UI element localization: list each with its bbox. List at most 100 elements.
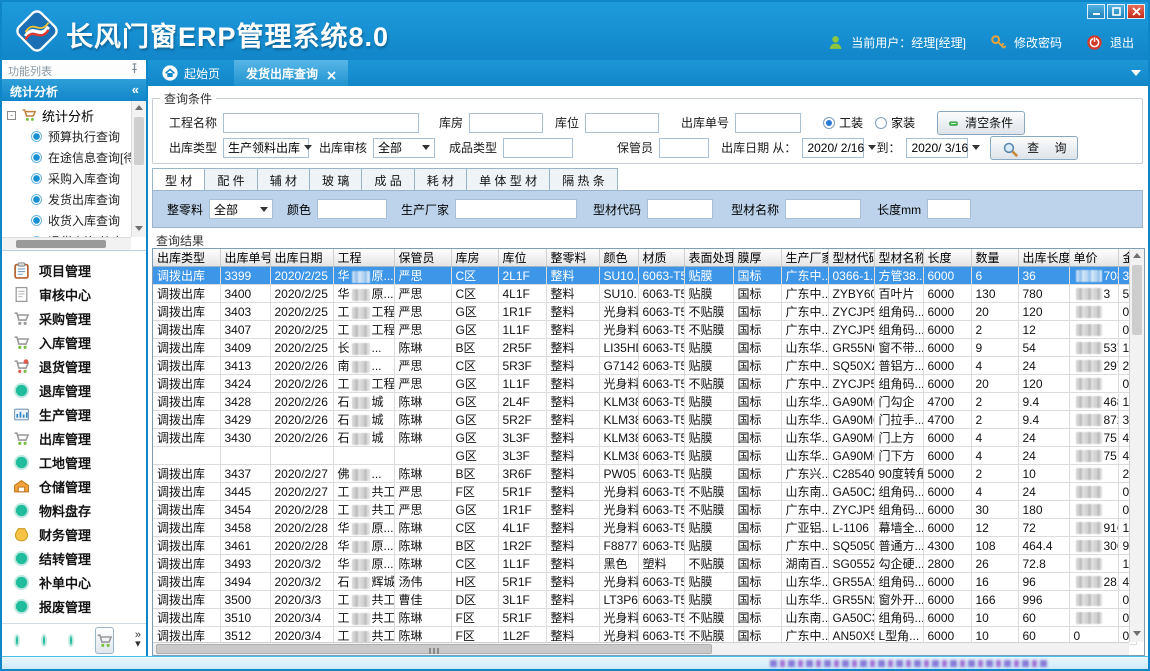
table-row[interactable]: 调拨出库34132020/2/26南...严思C区5R3F整料G71422606…: [153, 357, 1136, 375]
maker-input[interactable]: [455, 199, 577, 219]
table-row[interactable]: 调拨出库34542020/2/28工共工程严思G区1R1F整料光身料6063-T…: [153, 501, 1136, 519]
table-row[interactable]: 调拨出库34292020/2/26石城陈琳G区5R2F整料KLM38176063…: [153, 411, 1136, 429]
column-header[interactable]: 表面处理: [684, 249, 733, 267]
tree-vertical-scrollbar[interactable]: [131, 101, 146, 237]
tree-item[interactable]: 预算执行查询: [7, 126, 131, 147]
column-header[interactable]: 整零料: [546, 249, 599, 267]
tab-list-dropdown-icon[interactable]: [1131, 70, 1141, 76]
sidebar-menu-item[interactable]: 项目管理: [13, 258, 146, 282]
collapse-icon[interactable]: «: [132, 82, 139, 97]
column-header[interactable]: 保管员: [394, 249, 451, 267]
column-header[interactable]: 出库类型: [153, 249, 220, 267]
table-row[interactable]: 调拨出库34032020/2/25工工程严思G区1R1F整料光身料6063-T5…: [153, 303, 1136, 321]
table-row[interactable]: 调拨出库34942020/3/2石辉城汤伟H区5R1F整料光身料6063-T5贴…: [153, 573, 1136, 591]
tab-close-icon[interactable]: [327, 69, 336, 78]
sidebar-menu-item[interactable]: 退货管理: [13, 354, 146, 378]
sidebar-menu-item[interactable]: 采购管理: [13, 306, 146, 330]
scroll-down-icon[interactable]: [135, 226, 143, 231]
sidebar-menu-item[interactable]: 审核中心: [13, 282, 146, 306]
table-horizontal-scrollbar[interactable]: [153, 642, 1129, 655]
table-row[interactable]: 调拨出库34372020/2/27佛...陈琳B区3R6F整料PW056063-…: [153, 465, 1136, 483]
material-tab[interactable]: 成 品: [362, 168, 414, 190]
column-header[interactable]: 膜厚: [733, 249, 781, 267]
table-row[interactable]: 调拨出库34302020/2/26石城陈琳G区3L3F整料KLM38176063…: [153, 429, 1136, 447]
audit-select[interactable]: 全部: [373, 138, 435, 158]
date-to-select[interactable]: 2020/ 3/16: [906, 138, 968, 158]
table-row[interactable]: 调拨出库34612020/2/28华原...陈琳B区1R2F整料F8877FT6…: [153, 537, 1136, 555]
profile-name-input[interactable]: [785, 199, 861, 219]
sidebar-menu-item[interactable]: 结转管理: [13, 546, 146, 570]
radio-selected-icon[interactable]: [823, 117, 835, 129]
change-password-link[interactable]: 修改密码: [1014, 34, 1062, 51]
close-button[interactable]: [1127, 4, 1145, 19]
column-header[interactable]: 出库单号: [220, 249, 270, 267]
column-header[interactable]: 颜色: [599, 249, 638, 267]
sidebar-menu-item[interactable]: 入库管理: [13, 330, 146, 354]
tab-shipping-query[interactable]: 发货出库查询: [234, 60, 348, 86]
product-type-input[interactable]: [503, 138, 573, 158]
column-header[interactable]: 单价: [1069, 249, 1118, 267]
table-row[interactable]: 调拨出库35002020/3/3工共工程曹佳D区3L1F整料LT3P606063…: [153, 591, 1136, 609]
logout-link[interactable]: 退出: [1110, 34, 1134, 51]
material-tab[interactable]: 型 材: [152, 168, 205, 190]
scroll-up-icon[interactable]: [135, 105, 143, 110]
tree-root[interactable]: - 统计分析: [7, 104, 131, 126]
column-header[interactable]: 数量: [971, 249, 1018, 267]
table-row[interactable]: 调拨出库34242020/2/26工工程严思G区1L1F整料光身料6063-T5…: [153, 375, 1136, 393]
pin-icon[interactable]: [129, 63, 140, 75]
length-input[interactable]: [927, 199, 971, 219]
tree-item[interactable]: 在途信息查询[待: [7, 147, 131, 168]
table-row[interactable]: 调拨出库33992020/2/25华原...严思C区2L1F整料SU10...6…: [153, 267, 1136, 285]
project-name-input[interactable]: [223, 113, 419, 133]
sidebar-menu-item[interactable]: 出库管理: [13, 426, 146, 450]
material-tab[interactable]: 配 件: [205, 168, 257, 190]
tree-horizontal-scrollbar[interactable]: [2, 237, 131, 250]
sidebar-menu-item[interactable]: 仓储管理: [13, 474, 146, 498]
profile-code-input[interactable]: [647, 199, 713, 219]
table-row[interactable]: 调拨出库34092020/2/25长...陈琳B区2R5F整料LI35HD606…: [153, 339, 1136, 357]
column-header[interactable]: 库房: [451, 249, 498, 267]
table-row[interactable]: 调拨出库34932020/3/2华原...陈琳C区1L1F整料黑色塑料不贴膜国标…: [153, 555, 1136, 573]
column-header[interactable]: 材质: [638, 249, 684, 267]
chevron-more-icon[interactable]: »▾: [135, 631, 141, 649]
maximize-button[interactable]: [1107, 4, 1125, 19]
sidebar-menu-item[interactable]: 退库管理: [13, 378, 146, 402]
material-tab[interactable]: 隔 热 条: [550, 168, 618, 190]
radio-gongzhuang-option[interactable]: 工装: [823, 114, 863, 131]
date-from-select[interactable]: 2020/ 2/16: [802, 138, 864, 158]
table-row[interactable]: G区3L3F整料KLM38176063-T5贴膜国标山东华...GA90M09.…: [153, 447, 1136, 465]
sidebar-menu-item[interactable]: 生产管理: [13, 402, 146, 426]
column-header[interactable]: 出库长度: [1018, 249, 1069, 267]
sidebar-menu-item[interactable]: 补单中心: [13, 570, 146, 594]
minimize-button[interactable]: [1087, 4, 1105, 19]
column-header[interactable]: 出库日期: [270, 249, 333, 267]
tree-item[interactable]: 发货出库查询: [7, 189, 131, 210]
material-tab[interactable]: 单 体 型 材: [467, 168, 550, 190]
clear-conditions-button[interactable]: 清空条件: [937, 111, 1025, 135]
out-type-select[interactable]: 生产领料出库: [223, 138, 309, 158]
search-button[interactable]: 查 询: [990, 136, 1078, 160]
material-tab[interactable]: 辅 材: [258, 168, 310, 190]
column-header[interactable]: 生产厂家: [781, 249, 828, 267]
radio-jiazhuang-option[interactable]: 家装: [875, 114, 915, 131]
whole-select[interactable]: 全部: [209, 199, 273, 219]
radio-unselected-icon[interactable]: [875, 117, 887, 129]
tree-expand-icon[interactable]: -: [7, 111, 16, 120]
column-header[interactable]: 型材代码: [828, 249, 874, 267]
tab-home[interactable]: 起始页: [148, 60, 234, 86]
cart-module-button[interactable]: [95, 627, 114, 654]
scroll-down-icon[interactable]: [1133, 631, 1141, 636]
module-dot-icon[interactable]: [41, 634, 47, 647]
table-row[interactable]: 调拨出库34582020/2/28华原...陈琳C区4L1F整料光身料6063-…: [153, 519, 1136, 537]
tree-item[interactable]: 收货入库查询: [7, 210, 131, 231]
sidebar-menu-item[interactable]: 报废管理: [13, 594, 146, 618]
color-input[interactable]: [317, 199, 387, 219]
scroll-up-icon[interactable]: [1133, 253, 1141, 258]
table-row[interactable]: 调拨出库34002020/2/25华原...严思C区4L1F整料SU10...6…: [153, 285, 1136, 303]
module-dot-icon[interactable]: [68, 634, 74, 647]
table-row[interactable]: 调拨出库35102020/3/4工共工程陈琳F区5R1F整料光身料6063-T5…: [153, 609, 1136, 627]
sidebar-menu-item[interactable]: 物料盘存: [13, 498, 146, 522]
table-vertical-scrollbar[interactable]: [1129, 249, 1144, 642]
column-header[interactable]: 库位: [498, 249, 546, 267]
sidebar-menu-item[interactable]: 财务管理: [13, 522, 146, 546]
